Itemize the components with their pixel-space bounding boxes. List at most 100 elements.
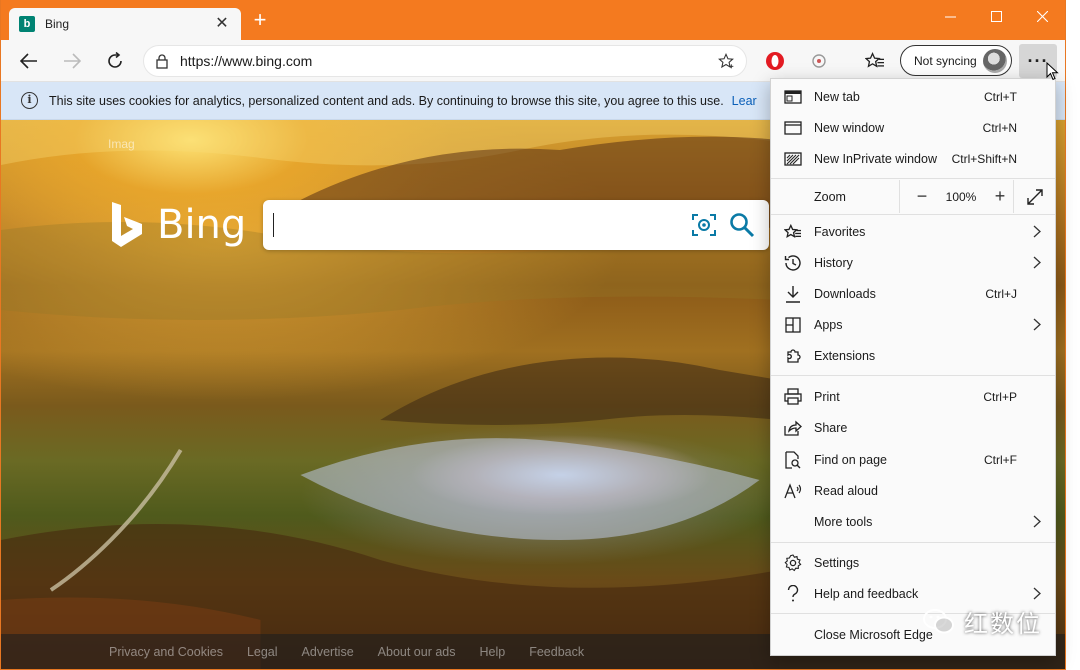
gear-icon — [783, 553, 803, 573]
search-box[interactable] — [263, 200, 769, 250]
download-icon — [783, 284, 803, 304]
extension-icon[interactable] — [806, 48, 832, 74]
new-window-icon — [783, 118, 803, 138]
zoom-out-button[interactable]: − — [907, 180, 937, 213]
mouse-cursor-icon — [1046, 62, 1059, 81]
chevron-right-icon — [1031, 515, 1043, 529]
cookie-notice-text: This site uses cookies for analytics, pe… — [49, 93, 724, 108]
footer-link-advertise[interactable]: Advertise — [302, 645, 354, 659]
address-url[interactable]: https://www.bing.com — [180, 53, 718, 69]
refresh-button[interactable] — [100, 46, 130, 76]
title-bar: b Bing ✕ + — [1, 0, 1065, 40]
menu-item-read-aloud[interactable]: Read aloud — [771, 475, 1055, 506]
favorites-bar-icon[interactable] — [862, 48, 888, 74]
maximize-button[interactable] — [973, 0, 1019, 32]
zoom-in-button[interactable]: + — [985, 180, 1015, 213]
share-icon — [783, 418, 803, 438]
menu-item-share[interactable]: Share — [771, 412, 1055, 443]
menu-label: New window — [814, 120, 885, 135]
back-button[interactable] — [14, 46, 44, 76]
menu-item-find-on-page[interactable]: Find on page Ctrl+F — [771, 444, 1055, 475]
menu-label: Downloads — [814, 286, 876, 301]
text-caret — [273, 213, 274, 237]
address-bar[interactable]: https://www.bing.com — [143, 45, 747, 77]
menu-label: Read aloud — [814, 483, 878, 498]
lock-icon — [156, 53, 168, 69]
window-controls — [927, 0, 1065, 32]
close-edge-spacer — [783, 625, 803, 645]
toolbar: https://www.bing.com Not syncing ··· — [1, 40, 1065, 82]
search-icon[interactable] — [729, 212, 755, 238]
bing-favicon-icon: b — [19, 16, 35, 32]
menu-item-print[interactable]: Print Ctrl+P — [771, 381, 1055, 412]
watermark: 红数位 — [922, 604, 1042, 639]
menu-shortcut: Ctrl+T — [984, 89, 1017, 104]
menu-item-settings[interactable]: Settings — [771, 547, 1055, 578]
menu-item-downloads[interactable]: Downloads Ctrl+J — [771, 278, 1055, 309]
profile-sync-button[interactable]: Not syncing — [900, 45, 1012, 76]
more-tools-spacer — [783, 512, 803, 532]
search-input[interactable] — [278, 205, 691, 245]
avatar — [983, 48, 1007, 73]
bing-logo-icon — [112, 202, 142, 247]
menu-label: Help and feedback — [814, 586, 919, 601]
opera-extension-icon[interactable] — [762, 48, 788, 74]
menu-label: Apps — [814, 317, 843, 332]
favorites-icon — [783, 222, 803, 242]
menu-shortcut: Ctrl+F — [984, 452, 1017, 467]
visual-search-icon[interactable] — [691, 212, 717, 238]
apps-icon — [783, 315, 803, 335]
menu-divider — [771, 178, 1055, 179]
footer-link-about-ads[interactable]: About our ads — [378, 645, 456, 659]
settings-and-more-menu: New tab Ctrl+T New window Ctrl+N New InP… — [770, 78, 1056, 656]
forward-arrow-icon — [64, 53, 81, 69]
footer-link-legal[interactable]: Legal — [247, 645, 278, 659]
forward-button[interactable] — [57, 46, 87, 76]
back-arrow-icon — [20, 53, 37, 69]
history-icon — [783, 253, 803, 273]
footer-link-help[interactable]: Help — [480, 645, 506, 659]
menu-shortcut: Ctrl+P — [983, 389, 1017, 404]
minimize-button[interactable] — [927, 0, 973, 32]
menu-item-history[interactable]: History — [771, 247, 1055, 278]
menu-item-extensions[interactable]: Extensions — [771, 340, 1055, 371]
image-info-label[interactable]: Imag — [108, 137, 135, 151]
footer-link-feedback[interactable]: Feedback — [529, 645, 584, 659]
menu-item-more-tools[interactable]: More tools — [771, 506, 1055, 537]
menu-label: Extensions — [814, 348, 876, 363]
menu-item-new-tab[interactable]: New tab Ctrl+T — [771, 81, 1055, 112]
search-actions — [691, 212, 755, 238]
menu-shortcut: Ctrl+N — [982, 120, 1017, 135]
bing-logo[interactable]: Bing — [109, 200, 246, 250]
menu-item-apps[interactable]: Apps — [771, 309, 1055, 340]
close-window-button[interactable] — [1019, 0, 1065, 32]
favorite-star-icon[interactable] — [718, 53, 734, 69]
new-tab-button[interactable]: + — [249, 9, 271, 32]
footer-link-privacy[interactable]: Privacy and Cookies — [109, 645, 223, 659]
menu-label: Share — [814, 420, 848, 435]
zoom-level: 100% — [945, 189, 977, 204]
refresh-icon — [108, 52, 122, 68]
menu-item-favorites[interactable]: Favorites — [771, 216, 1055, 247]
fullscreen-button[interactable] — [1013, 180, 1055, 213]
menu-item-new-window[interactable]: New window Ctrl+N — [771, 112, 1055, 143]
fullscreen-icon — [1026, 188, 1043, 205]
printer-icon — [783, 387, 803, 407]
tab-title: Bing — [45, 17, 70, 31]
inprivate-window-icon — [783, 149, 803, 169]
menu-label: New InPrivate window — [814, 151, 937, 166]
tab-close-icon[interactable]: ✕ — [213, 15, 231, 33]
menu-label: Favorites — [814, 224, 866, 239]
menu-label: New tab — [814, 89, 860, 104]
menu-shortcut: Ctrl+J — [985, 286, 1017, 301]
zoom-divider — [899, 180, 900, 213]
chevron-right-icon — [1031, 256, 1043, 270]
menu-item-new-inprivate[interactable]: New InPrivate window Ctrl+Shift+N — [771, 143, 1055, 174]
help-icon — [783, 584, 803, 604]
menu-label: History — [814, 255, 853, 270]
menu-divider — [771, 375, 1055, 376]
watermark-text: 红数位 — [964, 611, 1042, 638]
zoom-label: Zoom — [814, 189, 846, 204]
cookie-learn-more-link[interactable]: Lear — [732, 94, 757, 108]
tab-bing[interactable]: b Bing ✕ — [9, 8, 241, 40]
